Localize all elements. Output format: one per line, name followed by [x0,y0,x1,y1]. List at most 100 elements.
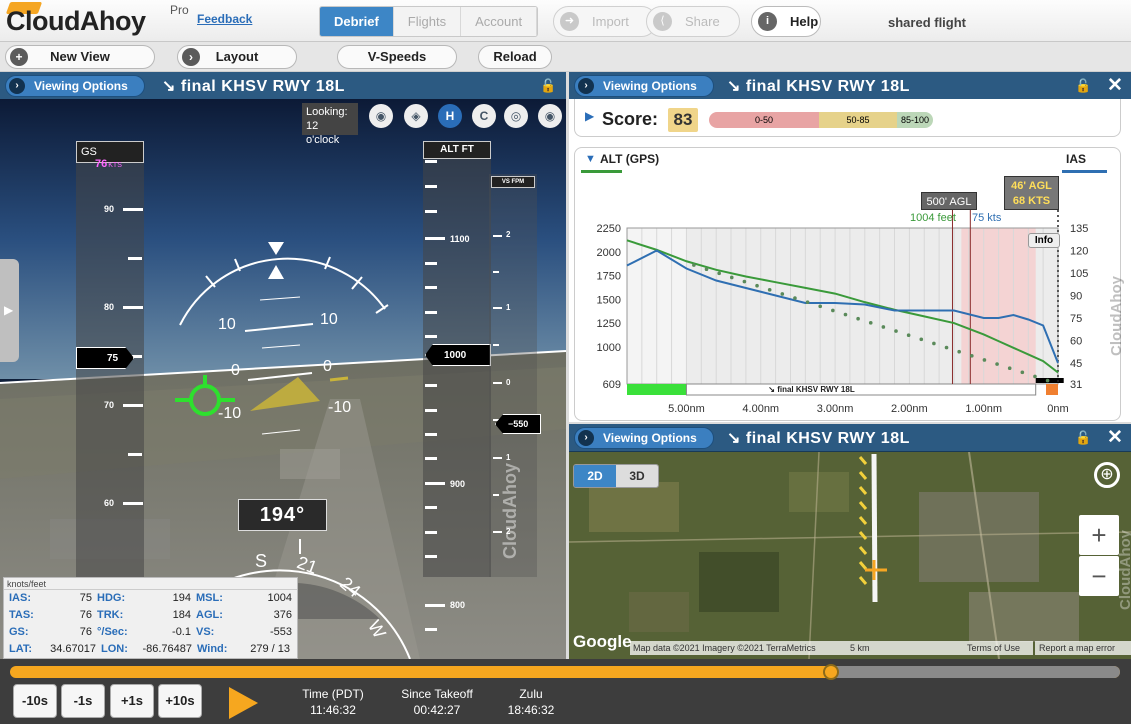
glidepath-dot [742,279,747,284]
glidepath-dot [729,275,734,280]
altitude-readout: 1004 feet [910,212,956,224]
reload-button[interactable]: Reload [478,45,552,69]
table-row: LAT: 34.67017 LON: -86.76487 Wind: 279 / 13 [9,643,290,655]
time-pdt: Time (PDT) 11:46:32 [302,687,364,717]
zulu-time: Zulu 18:46:32 [507,687,555,717]
terms-link[interactable]: Terms of Use [963,641,1033,655]
arrow-right-icon: › [578,430,594,446]
attitude-indicator [175,242,411,659]
viewing-options-button[interactable]: › Viewing Options [574,75,714,97]
heading-readout: 194° [238,499,327,531]
glidepath-dot [982,358,987,362]
segment-bar-end [1046,384,1058,395]
tab-debrief[interactable]: Debrief [320,7,394,36]
close-icon[interactable]: ✕ [1107,74,1123,97]
y-tick-label-right: 60 [1070,336,1082,348]
viewing-options-button[interactable]: › Viewing Options [5,75,145,97]
import-icon: ➜ [560,12,579,31]
map-view[interactable]: 2D 3D ⊕ + − Google Map data ©2021 Imager… [569,452,1131,659]
import-button[interactable]: ➜ Import [553,6,657,37]
pitch-label: 0 [231,362,240,379]
main-tabs: Debrief Flights Account [319,6,539,37]
pro-badge: Pro [170,3,189,17]
play-icon[interactable] [229,687,258,719]
panel-title: ↘ final KHSV RWY 18L [727,78,910,95]
left-panel-header: › Viewing Options ↘ final KHSV RWY 18L 🔓 [0,72,566,100]
glidepath-dot [919,337,924,342]
score-band-high: 85-100 [897,112,933,128]
plus-icon: + [10,48,28,66]
forward-1s-button[interactable]: +1s [110,684,154,718]
x-tick-label: 4.00nm [742,403,779,415]
segment-label: ↘ final KHSV RWY 18L [768,385,855,394]
share-button[interactable]: ⟨ Share [646,6,740,37]
y-tick-label-right: 45 [1070,358,1082,370]
tab-flights[interactable]: Flights [393,7,462,36]
y-tick-label-right: 135 [1070,223,1088,235]
map-2d-button[interactable]: 2D [574,465,616,487]
glidepath-dot [1045,378,1050,383]
y-tick-label-left: 2000 [597,247,621,259]
feedback-link[interactable]: Feedback [197,12,252,26]
timeline-track[interactable] [10,664,1120,680]
share-icon: ⟨ [653,12,672,31]
pfd-view[interactable]: ▶ Looking: 12 o'clock ◉ ◈ H C ◎ ◉ GS 76K… [0,99,566,659]
zoom-out-button[interactable]: − [1079,556,1119,596]
y-tick-label-left: 2250 [597,223,621,235]
glidepath-dot [970,354,974,358]
lock-icon[interactable]: 🔓 [1075,78,1091,94]
glidepath-dot [894,329,898,333]
glidepath-dot [818,304,823,309]
glidepath-dot [906,333,911,338]
glidepath-dot [755,283,759,288]
lock-icon[interactable]: 🔓 [540,78,556,94]
lock-icon[interactable]: 🔓 [1075,430,1091,446]
glidepath-dot [868,321,873,325]
timeline-remaining [831,666,1120,678]
expand-icon[interactable]: ▶ [585,109,594,123]
watermark: CloudAhoy [1117,530,1131,610]
pitch-label: -10 [218,405,242,422]
glidepath-dot [957,349,961,354]
watermark: CloudAhoy [1108,276,1125,356]
glidepath-dot [767,288,772,292]
forward-10s-button[interactable]: +10s [158,684,202,718]
segment-bar-green [627,384,687,395]
pitch-label: 0 [323,358,332,375]
flight-data-table: knots/feet IAS: 75 HDG: 194 MSL: 1004 TAS: 7… [3,577,298,659]
glidepath-dot [1020,370,1025,375]
help-button[interactable]: i Help [751,6,821,37]
charts-area: ▶ Score: 83 0-50 50-85 85-100 ▼ ALT (GPS… [569,99,1131,422]
x-tick-label: 5.00nm [668,403,705,415]
viewing-options-button[interactable]: › Viewing Options [574,427,714,449]
map-3d-button[interactable]: 3D [616,465,658,487]
playback-bar: -10s -1s +1s +10s Time (PDT) 11:46:32 Sin… [0,659,1131,724]
score-value: 83 [668,108,698,132]
y-tick-label-right: 75 [1070,313,1082,325]
glidepath-dot [1007,366,1012,371]
new-view-button[interactable]: + New View [5,45,155,69]
glidepath-dot [856,316,860,321]
score-box: ▶ Score: 83 0-50 50-85 85-100 [574,99,1121,137]
table-row: GS: 76 °/Sec: -0.1 VS: -553 [9,626,292,638]
app-logo: CloudAhoy [6,6,146,36]
layout-button[interactable]: › Layout [177,45,297,69]
report-error-link[interactable]: Report a map error [1035,641,1131,655]
close-icon[interactable]: ✕ [1107,426,1123,449]
top-bar: CloudAhoy Pro Feedback Debrief Flights A… [0,0,1131,42]
vspeeds-button[interactable]: V-Speeds [337,45,457,69]
score-band-mid: 50-85 [819,112,897,128]
speed-readout: 75 kts [972,212,1002,224]
x-tick-label: 2.00nm [891,403,928,415]
pitch-label: -10 [328,399,352,416]
zoom-in-button[interactable]: + [1079,515,1119,555]
info-button[interactable]: Info [1028,233,1060,248]
tab-account[interactable]: Account [461,7,538,36]
agl-500-marker: 500' AGL [921,192,977,210]
glidepath-dot [805,300,810,305]
back-1s-button[interactable]: -1s [61,684,105,718]
x-tick-label: 0nm [1047,403,1068,415]
recenter-icon[interactable]: ⊕ [1094,462,1120,488]
back-10s-button[interactable]: -10s [13,684,57,718]
shared-flight-label: shared flight [888,15,967,30]
